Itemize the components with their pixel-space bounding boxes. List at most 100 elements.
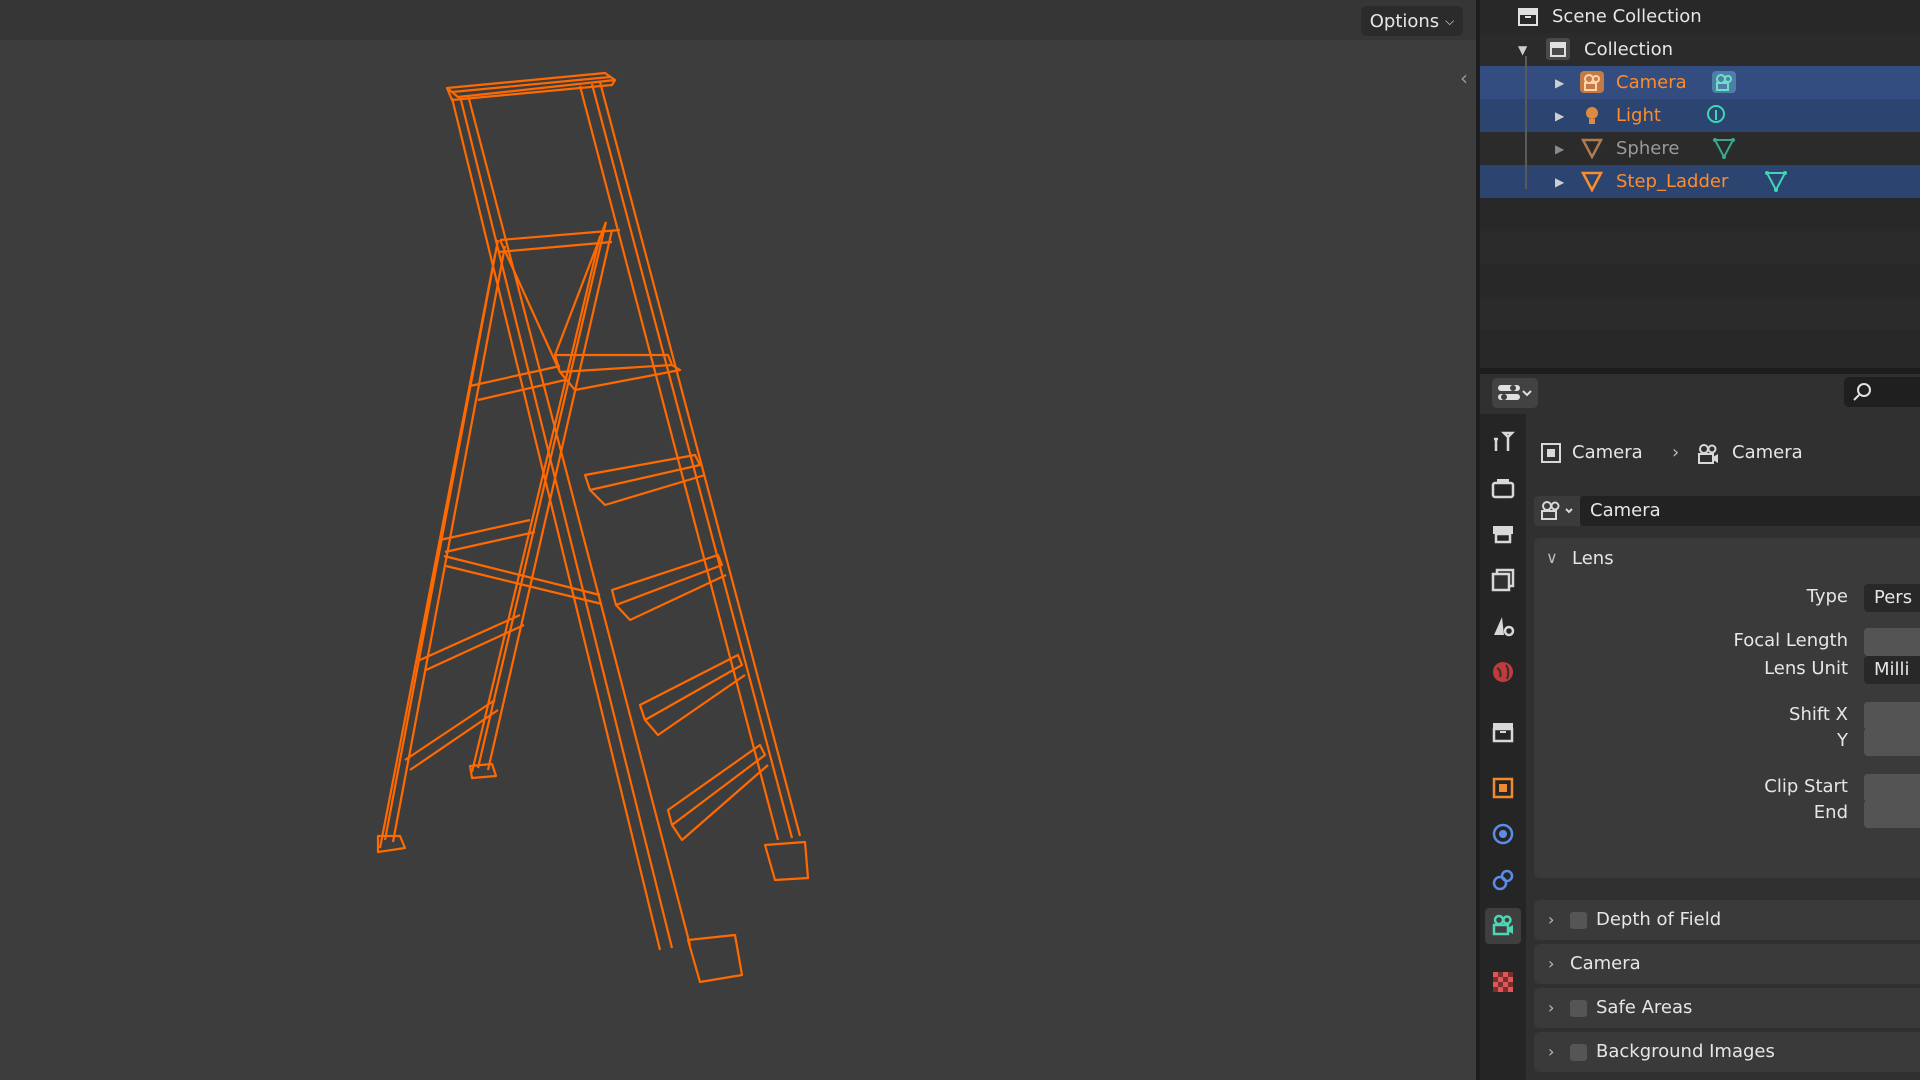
type-label: Type: [1806, 586, 1848, 607]
options-dropdown[interactable]: Options ⌵: [1361, 6, 1463, 36]
outliner-row-scene-collection[interactable]: Scene Collection: [1480, 0, 1920, 33]
texture-tab[interactable]: [1485, 964, 1521, 1000]
collection-icon: [1546, 38, 1570, 60]
render-icon: [1491, 479, 1515, 499]
view-layer-icon: [1491, 568, 1515, 592]
clip-start-field[interactable]: [1864, 774, 1920, 802]
object-tab[interactable]: [1485, 770, 1521, 806]
light-data-icon[interactable]: [1704, 104, 1728, 126]
camera-object-icon: [1580, 71, 1604, 93]
type-dropdown[interactable]: Pers: [1864, 584, 1920, 612]
clip-start-label: Clip Start: [1764, 776, 1848, 797]
chevron-right-icon: ›: [1548, 910, 1555, 929]
focal-length-field[interactable]: [1864, 628, 1920, 656]
outliner-row-sphere[interactable]: ▶ Sphere: [1480, 132, 1920, 165]
step-ladder-label: Step_Ladder: [1616, 171, 1729, 192]
search-field[interactable]: [1844, 377, 1920, 407]
scene-collection-icon: [1518, 8, 1538, 26]
expand-right-icon[interactable]: ▶: [1555, 142, 1564, 156]
ladder-step-3: [610, 553, 727, 622]
shift-y-field[interactable]: [1864, 728, 1920, 756]
mesh-data-icon[interactable]: [1764, 170, 1788, 192]
collection-tab[interactable]: [1485, 714, 1521, 750]
expand-right-icon[interactable]: ▶: [1555, 76, 1564, 90]
expand-right-icon[interactable]: ▶: [1555, 175, 1564, 189]
ladder-foot-front-left: [686, 933, 744, 984]
background-images-panel[interactable]: › Background Images: [1534, 1032, 1920, 1072]
outliner-empty-row: [1480, 231, 1920, 264]
background-images-checkbox[interactable]: [1570, 1044, 1587, 1061]
chevron-down-icon: ⌵: [1445, 13, 1455, 28]
collection-icon: [1492, 723, 1514, 743]
lens-panel: ∨ Lens Type Pers Focal Length Lens Unit …: [1534, 538, 1920, 878]
output-tab[interactable]: [1485, 516, 1521, 552]
shift-x-label: Shift X: [1789, 704, 1848, 725]
camera-panel[interactable]: › Camera: [1534, 944, 1920, 984]
3d-viewport[interactable]: Options ⌵ ‹: [0, 0, 1476, 1080]
options-label: Options: [1369, 10, 1440, 32]
world-tab[interactable]: [1485, 654, 1521, 690]
physics-tab[interactable]: [1485, 816, 1521, 852]
chevron-right-icon: ›: [1548, 998, 1555, 1017]
depth-of-field-checkbox[interactable]: [1570, 912, 1587, 929]
properties-tabs: [1480, 414, 1526, 1080]
ladder-foot-back-right: [468, 762, 498, 780]
camera-data-icon: [1541, 501, 1573, 520]
depth-of-field-panel[interactable]: › Depth of Field: [1534, 900, 1920, 940]
properties-editor-icon: [1498, 385, 1532, 400]
properties-editor[interactable]: Camera › Camera Camera ∨ Lens Type Pers …: [1480, 374, 1920, 1080]
properties-content: Camera › Camera Camera ∨ Lens Type Pers …: [1526, 414, 1920, 1080]
physics-icon: [1492, 823, 1514, 845]
tool-tab[interactable]: [1485, 424, 1521, 460]
step-ladder-wireframe[interactable]: [340, 60, 840, 990]
ladder-front-rail-left: [450, 94, 692, 951]
safe-areas-panel[interactable]: › Safe Areas: [1534, 988, 1920, 1028]
breadcrumb-data: Camera: [1732, 442, 1803, 463]
shift-x-field[interactable]: [1864, 702, 1920, 730]
outliner[interactable]: Scene Collection ▼ Collection ▶ Camera ▶…: [1480, 0, 1920, 368]
focal-length-label: Focal Length: [1733, 630, 1848, 651]
safe-areas-checkbox[interactable]: [1570, 1000, 1587, 1017]
chevron-right-icon: ›: [1548, 954, 1555, 973]
camera-data-icon: [1698, 444, 1718, 464]
editor-type-dropdown[interactable]: [1492, 378, 1538, 408]
camera-data-icon[interactable]: [1712, 71, 1736, 93]
lens-panel-header[interactable]: ∨ Lens: [1534, 538, 1920, 578]
render-tab[interactable]: [1485, 470, 1521, 506]
datablock-name-field[interactable]: Camera: [1580, 496, 1920, 526]
light-label: Light: [1616, 105, 1661, 126]
outliner-row-light[interactable]: ▶ Light: [1480, 99, 1920, 132]
sphere-label: Sphere: [1616, 138, 1680, 159]
camera-data-tab[interactable]: [1485, 908, 1521, 944]
outliner-row-camera[interactable]: ▶ Camera: [1480, 66, 1920, 99]
sidebar-collapse-icon[interactable]: ‹: [1460, 66, 1468, 90]
camera-label: Camera: [1616, 72, 1687, 93]
output-icon: [1493, 526, 1513, 544]
constraints-tab[interactable]: [1485, 862, 1521, 898]
scene-collection-label: Scene Collection: [1552, 6, 1702, 27]
mesh-data-icon[interactable]: [1712, 137, 1736, 159]
object-icon: [1541, 443, 1561, 463]
scene-tab[interactable]: [1485, 608, 1521, 644]
expand-down-icon[interactable]: ▼: [1518, 43, 1527, 57]
outliner-row-step-ladder[interactable]: ▶ Step_Ladder: [1480, 165, 1920, 198]
mesh-object-icon: [1580, 138, 1604, 159]
view-layer-tab[interactable]: [1485, 562, 1521, 598]
breadcrumb-object: Camera: [1572, 442, 1643, 463]
outliner-empty-row: [1480, 264, 1920, 297]
ladder-front-rail-right: [578, 81, 802, 841]
object-icon: [1492, 777, 1514, 799]
lens-unit-label: Lens Unit: [1764, 658, 1848, 679]
shift-y-label: Y: [1837, 730, 1848, 751]
lens-unit-dropdown[interactable]: Milli: [1864, 656, 1920, 684]
clip-end-field[interactable]: [1864, 800, 1920, 828]
ladder-step-4: [638, 653, 746, 737]
texture-checker-icon: [1493, 972, 1513, 992]
outliner-row-collection[interactable]: ▼ Collection: [1480, 33, 1920, 66]
search-icon: [1853, 383, 1871, 401]
expand-right-icon[interactable]: ▶: [1555, 109, 1564, 123]
lens-panel-title: Lens: [1572, 548, 1614, 569]
datablock-browse-button[interactable]: [1534, 496, 1580, 526]
outliner-tree-line: [1525, 56, 1527, 189]
ladder-step-5: [666, 743, 769, 842]
